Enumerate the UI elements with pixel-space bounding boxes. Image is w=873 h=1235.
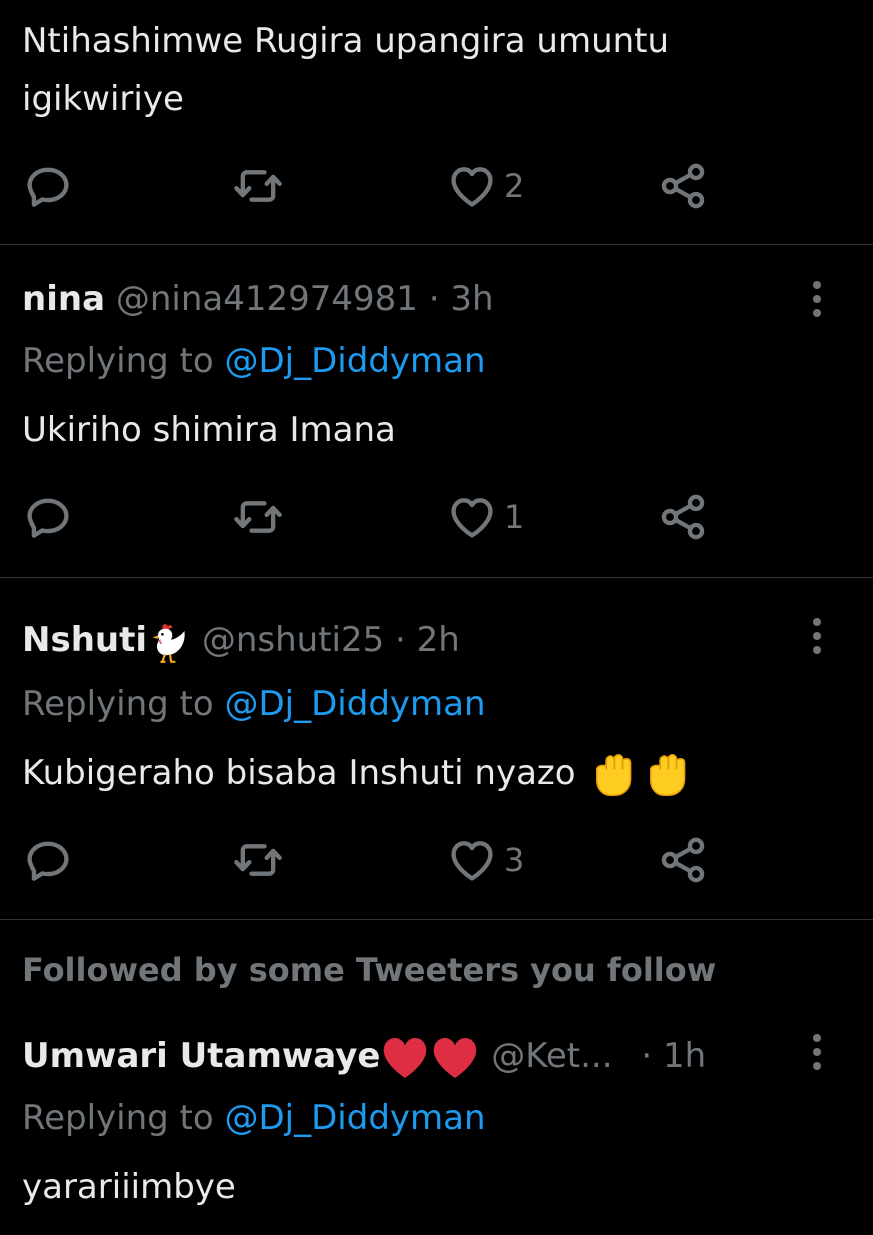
author-handle[interactable]: @nina412974981	[116, 279, 418, 319]
like-icon	[446, 491, 498, 543]
share-button[interactable]	[657, 493, 709, 541]
reply-button[interactable]	[22, 836, 74, 884]
tweet-1[interactable]: Ntihashimwe Rugira upangira umuntu igikw…	[0, 0, 873, 244]
like-icon	[446, 160, 498, 212]
more-button[interactable]	[811, 618, 823, 658]
like-count: 2	[504, 167, 525, 205]
more-button[interactable]	[811, 1034, 823, 1074]
timestamp[interactable]: 3h	[450, 279, 493, 319]
like-button[interactable]: 2	[446, 162, 524, 210]
timestamp[interactable]: 2h	[417, 620, 460, 660]
replying-to: Replying to @Dj_Diddyman	[22, 1096, 486, 1140]
retweet-button[interactable]	[232, 162, 284, 210]
tweet-followed[interactable]: Umwari Utamwaye @Ket... · 1h Replying to…	[0, 1012, 873, 1235]
tweet-actions: 1	[0, 493, 873, 541]
author-handle[interactable]: @nshuti25	[202, 620, 384, 660]
raised-fist-icon	[596, 753, 632, 796]
separator: ·	[395, 620, 406, 660]
like-icon	[446, 834, 498, 886]
reply-icon	[22, 834, 74, 886]
tweet-header: nina @nina412974981 · 3h	[22, 277, 494, 321]
retweet-icon	[232, 160, 284, 212]
red-heart-icon	[384, 1037, 427, 1078]
more-button[interactable]	[811, 281, 823, 321]
tweet-body: Ntihashimwe Rugira upangira umuntu	[22, 21, 670, 61]
red-heart-icon	[434, 1037, 477, 1078]
retweet-button[interactable]	[232, 836, 284, 884]
reply-icon	[22, 160, 74, 212]
raised-fist-icon	[650, 753, 686, 796]
divider	[0, 919, 873, 920]
retweet-button[interactable]	[232, 493, 284, 541]
tweet-body: Ukiriho shimira Imana	[22, 410, 396, 450]
more-icon	[813, 618, 821, 626]
tweet-actions: 2	[0, 162, 873, 210]
replying-to: Replying to @Dj_Diddyman	[22, 339, 486, 383]
mention-link[interactable]: @Dj_Diddyman	[225, 1098, 486, 1138]
replying-label: Replying to	[22, 1098, 214, 1138]
tweet-body-line-2: igikwiriye	[22, 79, 184, 119]
reply-button[interactable]	[22, 162, 74, 210]
mention-link[interactable]: @Dj_Diddyman	[225, 341, 486, 381]
retweet-icon	[232, 491, 284, 543]
mention-link[interactable]: @Dj_Diddyman	[225, 684, 486, 724]
tweet-header: Nshuti @nshuti25 · 2h	[22, 618, 460, 664]
share-button[interactable]	[657, 836, 709, 884]
share-icon	[657, 491, 709, 543]
tweet-header: Umwari Utamwaye @Ket... · 1h	[22, 1034, 706, 1081]
reply-button[interactable]	[22, 493, 74, 541]
section-title: Followed by some Tweeters you follow	[22, 951, 717, 989]
timestamp[interactable]: 1h	[663, 1036, 706, 1076]
separator: ·	[428, 279, 440, 319]
more-icon	[813, 281, 821, 289]
reply-icon	[22, 491, 74, 543]
like-count: 3	[504, 841, 525, 879]
author-handle[interactable]: @Ket...	[491, 1036, 612, 1076]
more-icon	[813, 1034, 821, 1042]
replying-label: Replying to	[22, 341, 214, 381]
author-name[interactable]: Nshuti	[22, 620, 147, 660]
replying-to: Replying to @Dj_Diddyman	[22, 682, 486, 726]
like-button[interactable]: 1	[446, 493, 524, 541]
share-icon	[657, 834, 709, 886]
like-count: 1	[504, 498, 525, 536]
replying-label: Replying to	[22, 684, 214, 724]
tweet-body-row: Kubigeraho bisaba Inshuti nyazo	[22, 744, 694, 802]
tweet-body: Kubigeraho bisaba Inshuti nyazo	[22, 753, 576, 793]
author-name[interactable]: nina	[22, 279, 105, 319]
share-icon	[657, 160, 709, 212]
retweet-icon	[232, 834, 284, 886]
tweet-2[interactable]: nina @nina412974981 · 3h Replying to @Dj…	[0, 245, 873, 577]
share-button[interactable]	[657, 162, 709, 210]
author-name[interactable]: Umwari Utamwaye	[22, 1036, 380, 1076]
separator: ·	[641, 1036, 653, 1076]
like-button[interactable]: 3	[446, 836, 524, 884]
rooster-emoji-icon	[152, 623, 185, 663]
tweet-actions: 3	[0, 836, 873, 884]
tweet-body: yarariiimbye	[22, 1167, 236, 1207]
tweet-3[interactable]: Nshuti @nshuti25 · 2h Replying to @Dj_Di…	[0, 578, 873, 919]
